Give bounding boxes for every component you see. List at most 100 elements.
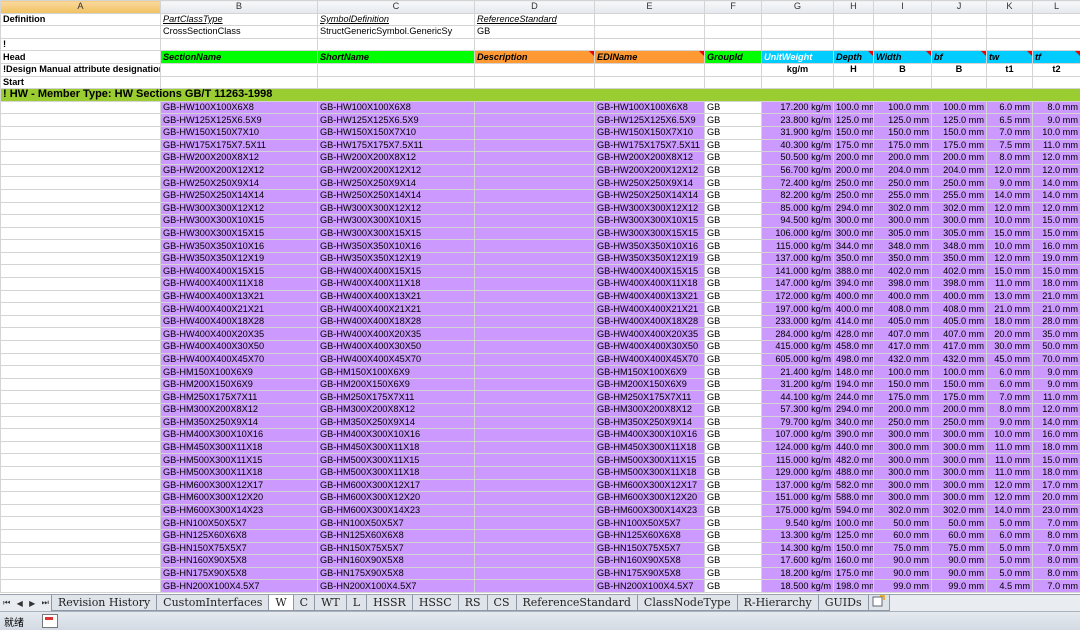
depth-cell[interactable]: 100.0 mm <box>834 517 874 530</box>
width-cell[interactable]: 60.0 mm <box>874 529 932 542</box>
edi-name-cell[interactable]: GB-HN150X75X5X7 <box>595 542 705 555</box>
width-cell[interactable]: 75.0 mm <box>874 542 932 555</box>
group-id-cell[interactable]: GB <box>705 555 762 568</box>
edi-name-cell[interactable]: GB-HM600X300X12X20 <box>595 492 705 505</box>
description-cell[interactable] <box>475 139 595 152</box>
cell-standard-value[interactable]: GB <box>475 26 595 39</box>
description-cell[interactable] <box>475 278 595 291</box>
empty-cell[interactable] <box>705 63 762 76</box>
group-id-cell[interactable]: GB <box>705 252 762 265</box>
edi-name-cell[interactable]: GB-HM500X300X11X18 <box>595 466 705 479</box>
bf-cell[interactable]: 75.0 mm <box>932 542 987 555</box>
tf-cell[interactable]: 21.0 mm <box>1033 303 1080 316</box>
tw-cell[interactable]: 12.0 mm <box>987 202 1033 215</box>
section-name-cell[interactable]: GB-HN100X50X5X7 <box>161 517 318 530</box>
group-id-cell[interactable]: GB <box>705 391 762 404</box>
depth-cell[interactable]: 394.0 mm <box>834 278 874 291</box>
description-cell[interactable] <box>475 517 595 530</box>
description-cell[interactable] <box>475 441 595 454</box>
section-name-cell[interactable]: GB-HM450X300X11X18 <box>161 441 318 454</box>
unit-weight-cell[interactable]: 175.000 kg/m <box>762 504 834 517</box>
group-id-cell[interactable]: GB <box>705 404 762 417</box>
depth-cell[interactable]: 582.0 mm <box>834 479 874 492</box>
tf-cell[interactable]: 12.0 mm <box>1033 404 1080 417</box>
unit-weight-cell[interactable]: 72.400 kg/m <box>762 177 834 190</box>
group-id-cell[interactable]: GB <box>705 152 762 165</box>
column-header-b[interactable]: B <box>161 1 318 14</box>
short-name-cell[interactable]: GB-HW300X300X15X15 <box>318 227 475 240</box>
unit-weight-cell[interactable]: 18.200 kg/m <box>762 567 834 580</box>
section-name-cell[interactable]: GB-HW300X300X15X15 <box>161 227 318 240</box>
tw-cell[interactable]: 8.0 mm <box>987 152 1033 165</box>
bf-cell[interactable]: 300.0 mm <box>932 429 987 442</box>
edi-name-cell[interactable]: GB-HN175X90X5X8 <box>595 567 705 580</box>
tf-cell[interactable]: 15.0 mm <box>1033 454 1080 467</box>
group-id-cell[interactable]: GB <box>705 126 762 139</box>
tf-cell[interactable]: 7.0 mm <box>1033 542 1080 555</box>
cell-crosssectionclass[interactable]: CrossSectionClass <box>161 26 318 39</box>
width-cell[interactable]: 99.0 mm <box>874 580 932 593</box>
unit-weight-cell[interactable]: 18.500 kg/m <box>762 580 834 593</box>
column-header-e[interactable]: E <box>595 1 705 14</box>
short-name-cell[interactable]: GB-HW250X250X14X14 <box>318 189 475 202</box>
tw-cell[interactable]: 6.0 mm <box>987 529 1033 542</box>
short-name-cell[interactable]: GB-HN175X90X5X8 <box>318 567 475 580</box>
description-cell[interactable] <box>475 265 595 278</box>
short-name-cell[interactable]: GB-HM150X100X6X9 <box>318 366 475 379</box>
width-cell[interactable]: 300.0 mm <box>874 479 932 492</box>
unit-weight-cell[interactable]: 197.000 kg/m <box>762 303 834 316</box>
description-cell[interactable] <box>475 542 595 555</box>
edi-name-cell[interactable]: GB-HN100X50X5X7 <box>595 517 705 530</box>
width-cell[interactable]: 250.0 mm <box>874 177 932 190</box>
tf-cell[interactable]: 12.0 mm <box>1033 164 1080 177</box>
tw-cell[interactable]: 10.0 mm <box>987 429 1033 442</box>
bf-cell[interactable]: 300.0 mm <box>932 441 987 454</box>
tf-cell[interactable]: 18.0 mm <box>1033 441 1080 454</box>
short-name-cell[interactable]: GB-HN150X75X5X7 <box>318 542 475 555</box>
edi-name-cell[interactable]: GB-HW400X400X18X28 <box>595 315 705 328</box>
bf-cell[interactable]: 150.0 mm <box>932 378 987 391</box>
unit-weight-cell[interactable]: 21.400 kg/m <box>762 366 834 379</box>
group-id-cell[interactable]: GB <box>705 466 762 479</box>
edi-name-cell[interactable]: GB-HW400X400X15X15 <box>595 265 705 278</box>
bf-cell[interactable]: 405.0 mm <box>932 315 987 328</box>
group-id-cell[interactable]: GB <box>705 278 762 291</box>
section-name-cell[interactable]: GB-HW400X400X13X21 <box>161 290 318 303</box>
empty-cell[interactable] <box>932 26 987 39</box>
tw-cell[interactable]: 5.0 mm <box>987 567 1033 580</box>
empty-cell[interactable] <box>1 164 161 177</box>
unit-weight-cell[interactable]: 106.000 kg/m <box>762 227 834 240</box>
empty-cell[interactable] <box>1 26 161 39</box>
width-cell[interactable]: 398.0 mm <box>874 278 932 291</box>
width-cell[interactable]: 200.0 mm <box>874 152 932 165</box>
empty-cell[interactable] <box>475 38 595 51</box>
depth-cell[interactable]: 150.0 mm <box>834 126 874 139</box>
empty-cell[interactable] <box>1 139 161 152</box>
description-cell[interactable] <box>475 152 595 165</box>
empty-cell[interactable] <box>1 290 161 303</box>
depth-cell[interactable]: 250.0 mm <box>834 177 874 190</box>
tw-cell[interactable]: 8.0 mm <box>987 404 1033 417</box>
column-header-h[interactable]: H <box>834 1 874 14</box>
depth-cell[interactable]: 150.0 mm <box>834 542 874 555</box>
short-name-cell[interactable]: GB-HM500X300X11X18 <box>318 466 475 479</box>
unit-weight-cell[interactable]: 44.100 kg/m <box>762 391 834 404</box>
tf-cell[interactable]: 10.0 mm <box>1033 126 1080 139</box>
bf-cell[interactable]: 302.0 mm <box>932 504 987 517</box>
bf-cell[interactable]: 300.0 mm <box>932 466 987 479</box>
section-name-cell[interactable]: GB-HW300X300X10X15 <box>161 215 318 228</box>
section-name-cell[interactable]: GB-HW400X400X18X28 <box>161 315 318 328</box>
tw-cell[interactable]: 13.0 mm <box>987 290 1033 303</box>
tw-cell[interactable]: 5.0 mm <box>987 517 1033 530</box>
short-name-cell[interactable]: GB-HN160X90X5X8 <box>318 555 475 568</box>
width-cell[interactable]: 432.0 mm <box>874 353 932 366</box>
edi-name-cell[interactable]: GB-HW350X350X12X19 <box>595 252 705 265</box>
edi-name-cell[interactable]: GB-HW400X400X21X21 <box>595 303 705 316</box>
tw-cell[interactable]: 4.5 mm <box>987 580 1033 593</box>
short-name-cell[interactable]: GB-HW400X400X11X18 <box>318 278 475 291</box>
depth-cell[interactable]: 400.0 mm <box>834 290 874 303</box>
tw-cell[interactable]: 21.0 mm <box>987 303 1033 316</box>
description-cell[interactable] <box>475 252 595 265</box>
short-name-cell[interactable]: GB-HN100X50X5X7 <box>318 517 475 530</box>
edi-name-cell[interactable]: GB-HM600X300X12X17 <box>595 479 705 492</box>
